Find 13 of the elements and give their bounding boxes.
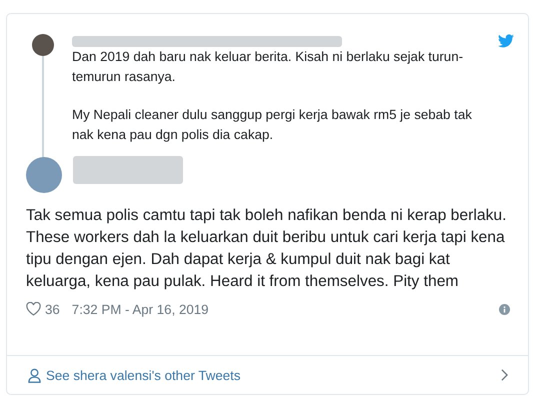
- tweet-text: Tak semua polis camtu tapi tak boleh nafikan benda ni kerap berlaku. These workers dah la keluarkan duit beribu untuk cari kerja tapi kena tipu dengan ejen. Dah dapat kerja & kumpul duit nak bagi kat keluarga, kena pau pulak. Heard it from themselves. Pity them: [25, 206, 508, 292]
- quoted-tweet-text: My Nepali cleaner dulu sanggup pergi kerja bawak rm5 je sebab tak nak kena pau dgn polis dia cakap.: [72, 106, 473, 144]
- quoted-tweet-text: Dan 2019 dah baru nak keluar berita. Kisah ni berlaku sejak turun-temurun rasanya.: [72, 48, 464, 86]
- chevron-right-icon: [501, 369, 508, 381]
- avatar[interactable]: [32, 34, 54, 56]
- person-icon: [28, 368, 41, 382]
- info-icon[interactable]: [499, 304, 510, 314]
- link-text[interactable]: See shera valensi's other Tweets: [46, 368, 240, 382]
- timestamp[interactable]: 7:32 PM - Apr 16, 2019: [72, 302, 209, 316]
- like-count: 36: [45, 302, 60, 316]
- heart-icon[interactable]: [26, 302, 41, 316]
- other-tweets-link[interactable]: See shera valensi's other Tweets: [7, 355, 528, 394]
- bird-logo-icon[interactable]: [498, 34, 514, 48]
